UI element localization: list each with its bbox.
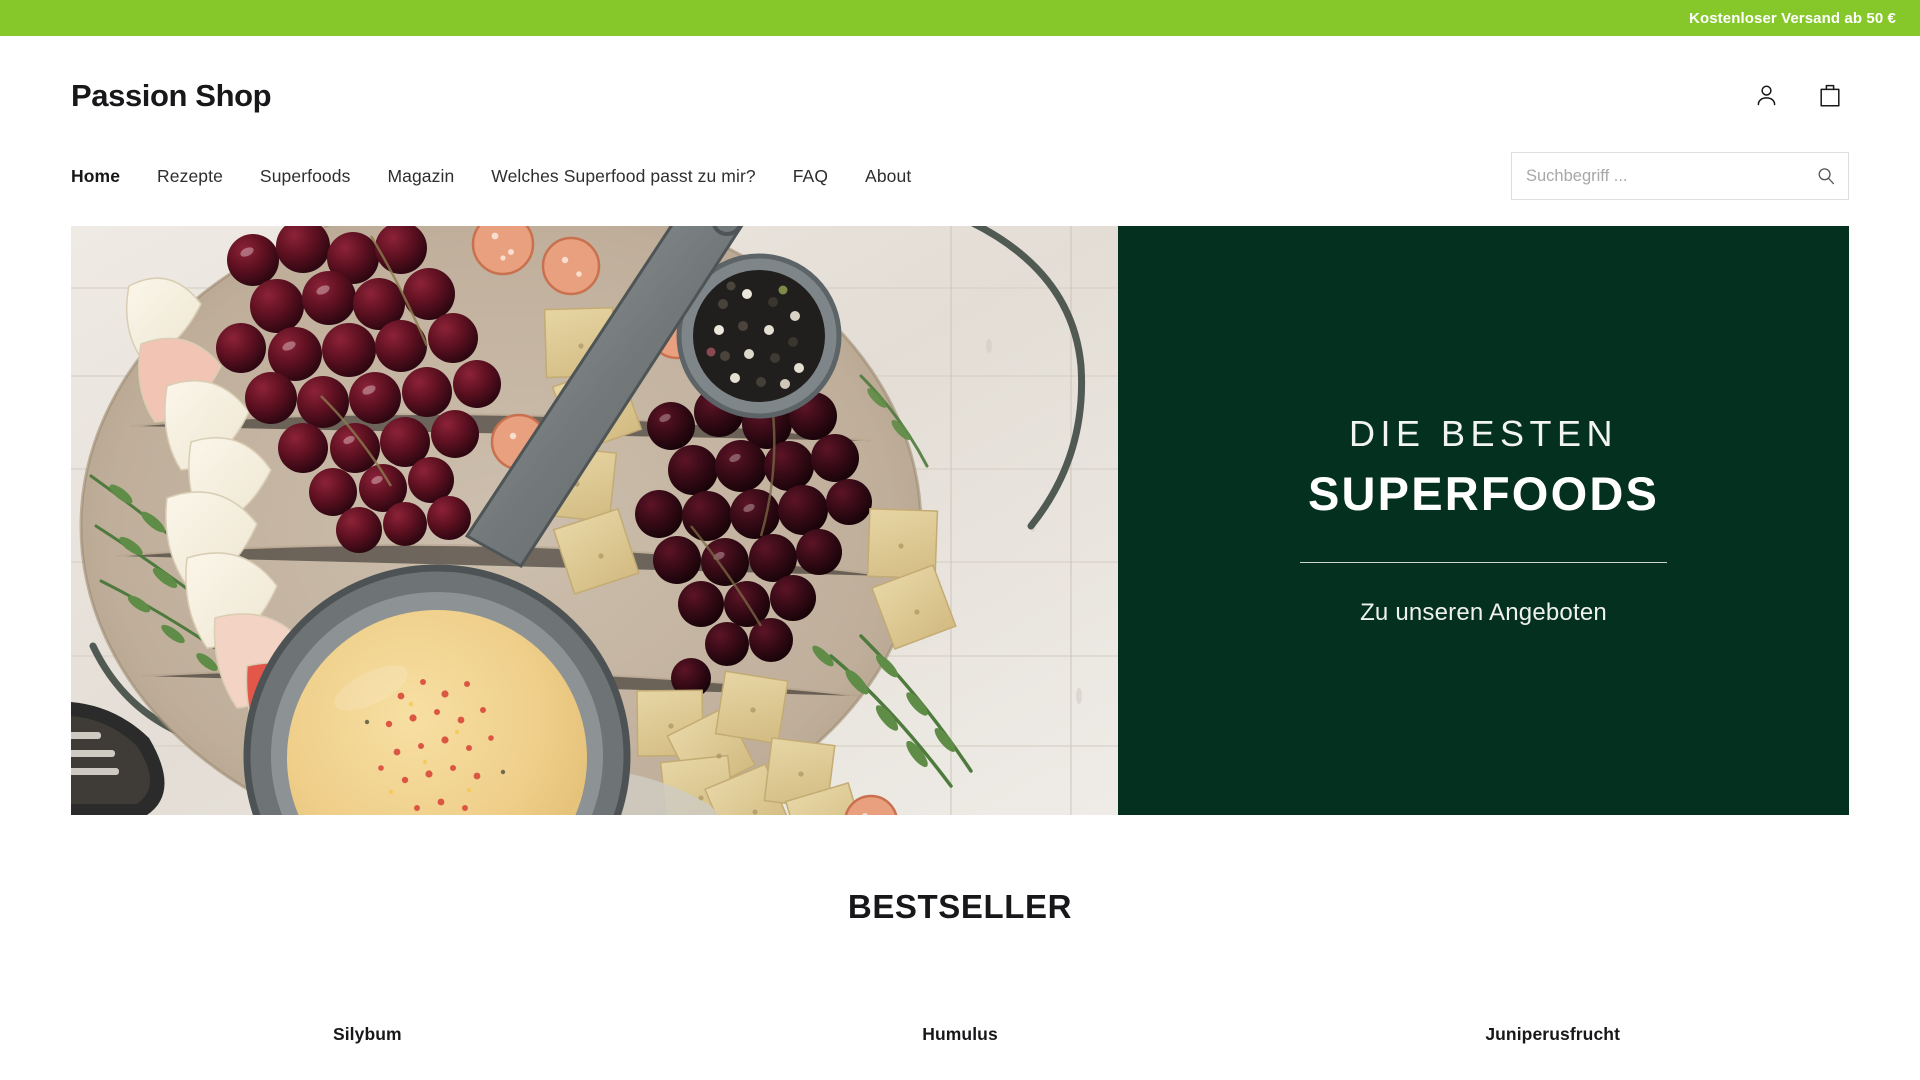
header-icon-group [1749, 78, 1849, 112]
site-header: Passion Shop Home Rezepte Superfoods Mag… [0, 36, 1920, 226]
promo-text: Kostenloser Versand ab 50 € [1689, 9, 1896, 27]
product-name: Juniperusfrucht [1485, 1024, 1621, 1044]
hero-banner: DIE BESTEN SUPERFOODS Zu unseren Angebot… [71, 226, 1849, 815]
nav-item-superfoods[interactable]: Superfoods [260, 160, 351, 193]
site-logo[interactable]: Passion Shop [71, 80, 272, 111]
bestseller-product-grid: Silybum Humulus Juniperusfrucht [71, 926, 1849, 1045]
product-card[interactable]: Juniperusfrucht [1256, 1024, 1849, 1045]
cart-icon[interactable] [1813, 78, 1847, 112]
bestseller-title: BESTSELLER [847, 888, 1073, 925]
nav-item-faq[interactable]: FAQ [793, 160, 828, 193]
promo-bar: Kostenloser Versand ab 50 € [0, 0, 1920, 36]
hero-cta-link[interactable]: Zu unseren Angeboten [1360, 599, 1607, 627]
search-box [1511, 152, 1849, 200]
product-card[interactable]: Silybum [71, 1024, 664, 1045]
hero-text-panel: DIE BESTEN SUPERFOODS Zu unseren Angebot… [1118, 226, 1849, 815]
bestseller-section: BESTSELLER Silybum Humulus Juniperusfruc… [0, 815, 1920, 1045]
hero-title: SUPERFOODS [1307, 466, 1660, 520]
header-bottom-row: Home Rezepte Superfoods Magazin Welches … [71, 132, 1849, 200]
nav-item-about[interactable]: About [865, 160, 911, 193]
header-top-row: Passion Shop [71, 36, 1849, 132]
hero-divider [1300, 561, 1667, 563]
product-name: Silybum [332, 1024, 402, 1044]
hero-image [71, 226, 1118, 815]
nav-item-quiz[interactable]: Welches Superfood passt zu mir? [491, 160, 755, 193]
search-icon[interactable] [1813, 163, 1839, 189]
nav-item-rezepte[interactable]: Rezepte [157, 160, 223, 193]
account-icon[interactable] [1749, 78, 1783, 112]
hero-kicker: DIE BESTEN [1348, 413, 1619, 455]
main-nav: Home Rezepte Superfoods Magazin Welches … [71, 160, 911, 193]
product-name: Humulus [922, 1024, 998, 1044]
nav-item-magazin[interactable]: Magazin [387, 160, 454, 193]
product-card[interactable]: Humulus [664, 1024, 1257, 1045]
nav-item-home[interactable]: Home [71, 160, 120, 193]
search-input[interactable] [1511, 152, 1849, 200]
